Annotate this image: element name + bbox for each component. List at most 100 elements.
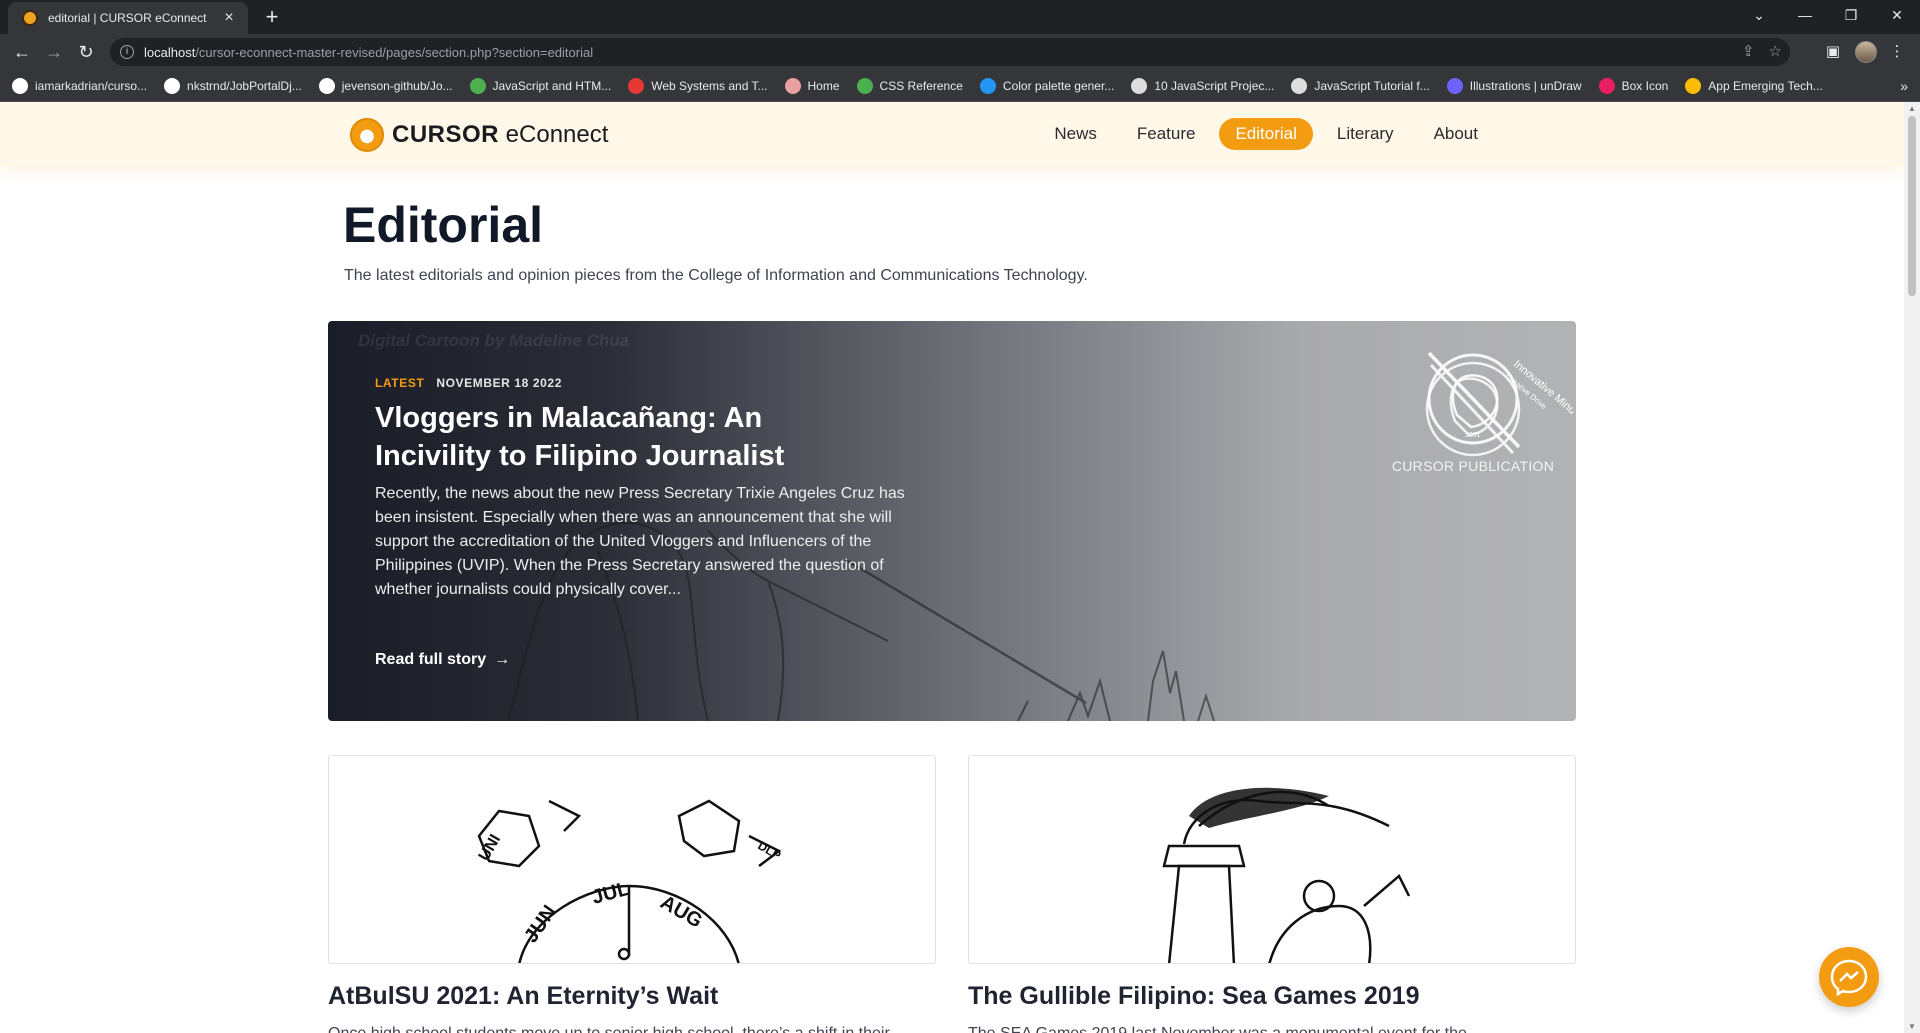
bookmark-label: Color palette gener... bbox=[1002, 78, 1115, 93]
bookmark-star-icon[interactable]: ☆ bbox=[1769, 42, 1782, 60]
circle-icon bbox=[784, 77, 801, 94]
bookmark-label: Illustrations | unDraw bbox=[1469, 78, 1582, 93]
browser-menu-icon[interactable]: ⋮ bbox=[1886, 42, 1908, 64]
bookmark-item[interactable]: jevenson-github/Jo... bbox=[318, 77, 453, 94]
bookmark-item[interactable]: App Emerging Tech... bbox=[1685, 77, 1823, 94]
article-card-title[interactable]: AtBulSU 2021: An Eternity’s Wait bbox=[328, 982, 936, 1011]
site-logo[interactable]: CURSOR eConnect bbox=[350, 118, 608, 152]
bookmark-item[interactable]: Web Systems and T... bbox=[628, 77, 768, 94]
codepen-icon bbox=[1131, 77, 1148, 94]
bookmark-item[interactable]: Color palette gener... bbox=[979, 77, 1115, 94]
site-favicon-icon bbox=[22, 10, 38, 26]
reload-button[interactable]: ↻ bbox=[74, 41, 98, 65]
publication-name: CURSOR PUBLICATION bbox=[1391, 458, 1555, 474]
cursor-publication-seal: Innovative Mind Creative Drive 2001 CURS… bbox=[1373, 343, 1576, 474]
browser-toolbar: ← → ↻ i localhost/cursor-econnect-master… bbox=[0, 34, 1920, 70]
article-card-excerpt: The SEA Games 2019 last November was a m… bbox=[968, 1025, 1576, 1033]
page-scrollbar[interactable]: ▲ ▼ bbox=[1904, 102, 1920, 1033]
bookmark-label: Home bbox=[807, 78, 840, 93]
forward-button[interactable]: → bbox=[42, 41, 66, 65]
article-card-excerpt: Once high school students move up to sen… bbox=[328, 1025, 936, 1033]
bookmarks-overflow-icon[interactable]: » bbox=[1900, 78, 1908, 94]
undraw-icon bbox=[1446, 77, 1463, 94]
nav-link-about[interactable]: About bbox=[1418, 118, 1494, 150]
browser-tab[interactable]: editorial | CURSOR eConnect × bbox=[8, 2, 248, 34]
bookmark-label: App Emerging Tech... bbox=[1708, 78, 1823, 93]
close-window-button[interactable]: ✕ bbox=[1874, 0, 1920, 30]
article-card[interactable]: The Gullible Filipino: Sea Games 2019 Th… bbox=[968, 755, 1576, 1033]
article-card-image[interactable]: JUN JUL AUG UNI DLP bbox=[328, 755, 936, 964]
codepen-icon bbox=[1291, 77, 1308, 94]
url-text[interactable]: localhost/cursor-econnect-master-revised… bbox=[144, 45, 593, 60]
latest-badge: LATEST bbox=[375, 376, 425, 390]
bookmark-item[interactable]: iamarkadrian/curso... bbox=[12, 77, 147, 94]
bookmark-item[interactable]: Home bbox=[784, 77, 840, 94]
article-card-image[interactable] bbox=[968, 755, 1576, 964]
back-button[interactable]: ← bbox=[10, 41, 34, 65]
nav-link-literary[interactable]: Literary bbox=[1321, 118, 1410, 150]
bookmark-item[interactable]: CSS Reference bbox=[856, 77, 963, 94]
arrow-right-icon: → bbox=[494, 651, 511, 668]
nav-link-feature[interactable]: Feature bbox=[1121, 118, 1212, 150]
nav-link-news[interactable]: News bbox=[1038, 118, 1113, 150]
github-icon bbox=[318, 77, 335, 94]
tab-title: editorial | CURSOR eConnect bbox=[48, 11, 207, 25]
page-viewport: CURSOR eConnect News Feature Editorial Lite… bbox=[0, 102, 1904, 1033]
article-card-title[interactable]: The Gullible Filipino: Sea Games 2019 bbox=[968, 982, 1576, 1011]
bookmark-item[interactable]: Box Icon bbox=[1598, 77, 1669, 94]
brand-name: CURSOR eConnect bbox=[392, 121, 609, 148]
nav-link-editorial[interactable]: Editorial bbox=[1219, 118, 1313, 150]
main-nav: News Feature Editorial Literary About bbox=[1038, 118, 1494, 150]
read-full-story-link[interactable]: Read full story → bbox=[375, 651, 510, 669]
bookmark-label: jevenson-github/Jo... bbox=[341, 78, 453, 93]
featured-excerpt: Recently, the news about the new Press S… bbox=[375, 485, 905, 598]
page-title: Editorial bbox=[343, 197, 544, 253]
scrollbar-thumb[interactable] bbox=[1908, 116, 1916, 296]
side-panel-icon[interactable]: ▣ bbox=[1822, 42, 1844, 64]
coolors-icon bbox=[979, 77, 996, 94]
svg-text:JUN: JUN bbox=[520, 901, 561, 946]
bookmark-item[interactable]: nkstrnd/JobPortalDj... bbox=[164, 77, 302, 94]
scroll-down-icon[interactable]: ▼ bbox=[1908, 1022, 1916, 1031]
share-icon[interactable]: ⇪ bbox=[1742, 42, 1755, 60]
article-card[interactable]: JUN JUL AUG UNI DLP AtBulSU 2021: An Ete… bbox=[328, 755, 936, 1033]
bookmark-label: CSS Reference bbox=[879, 78, 963, 93]
bookmark-label: JavaScript Tutorial f... bbox=[1314, 78, 1430, 93]
torch-cartoon-image bbox=[1162, 787, 1411, 963]
featured-title[interactable]: Vloggers in Malacañang: An Incivility to… bbox=[375, 399, 835, 475]
tab-search-icon[interactable]: ⌄ bbox=[1736, 0, 1782, 30]
messenger-icon bbox=[1830, 959, 1868, 997]
bookmark-item[interactable]: Illustrations | unDraw bbox=[1446, 77, 1582, 94]
scroll-up-icon[interactable]: ▲ bbox=[1908, 104, 1916, 113]
site-header: CURSOR eConnect News Feature Editorial Lite… bbox=[0, 102, 1904, 166]
new-tab-button[interactable]: + bbox=[258, 4, 286, 32]
read-full-story-label: Read full story bbox=[375, 651, 487, 668]
tab-close-icon[interactable]: × bbox=[220, 9, 238, 27]
publication-seal-icon: Innovative Mind Creative Drive 2001 bbox=[1427, 351, 1576, 449]
bookmark-item[interactable]: JavaScript and HTM... bbox=[469, 77, 612, 94]
messenger-chat-button[interactable] bbox=[1819, 947, 1879, 1007]
calendar-cartoon-image: JUN JUL AUG UNI DLP bbox=[476, 799, 783, 963]
article-date: NOVEMBER 18 2022 bbox=[436, 376, 562, 390]
bookmark-label: Box Icon bbox=[1621, 78, 1669, 93]
w3schools-icon bbox=[469, 77, 486, 94]
bookmark-item[interactable]: JavaScript Tutorial f... bbox=[1291, 77, 1430, 94]
bookmark-label: nkstrnd/JobPortalDj... bbox=[187, 78, 302, 93]
github-icon bbox=[164, 77, 181, 94]
profile-avatar[interactable] bbox=[1855, 41, 1877, 63]
site-info-icon[interactable]: i bbox=[120, 45, 134, 59]
github-icon bbox=[12, 77, 28, 94]
featured-article[interactable]: Digital Cartoon by Madeline Chua LATEST … bbox=[328, 321, 1576, 721]
drive-icon bbox=[1685, 77, 1702, 94]
minimize-button[interactable]: — bbox=[1782, 0, 1828, 30]
svg-text:2001: 2001 bbox=[1465, 432, 1481, 439]
bookmarks-bar: iamarkadrian/curso... nkstrnd/JobPortalDj… bbox=[0, 70, 1920, 102]
ring-icon bbox=[628, 77, 645, 94]
bookmark-label: JavaScript and HTM... bbox=[492, 78, 612, 93]
cursor-logo-icon bbox=[350, 118, 384, 152]
restore-button[interactable]: ❐ bbox=[1828, 0, 1874, 30]
article-meta: LATEST NOVEMBER 18 2022 bbox=[375, 376, 562, 390]
address-bar[interactable]: i localhost/cursor-econnect-master-revis… bbox=[110, 38, 1790, 66]
w3schools-icon bbox=[856, 77, 873, 94]
bookmark-item[interactable]: 10 JavaScript Projec... bbox=[1131, 77, 1274, 94]
